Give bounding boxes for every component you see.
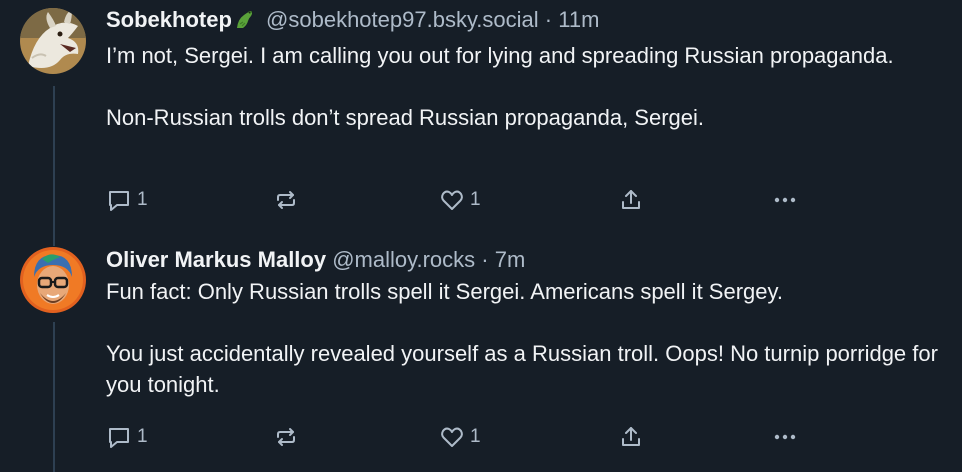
like-button[interactable]: 1 bbox=[439, 186, 481, 214]
post-header: Oliver Markus Malloy @malloy.rocks · 7m bbox=[106, 246, 942, 274]
repost-icon bbox=[273, 187, 299, 213]
more-options-button[interactable] bbox=[771, 186, 799, 214]
post-text: Fun fact: Only Russian trolls spell it S… bbox=[106, 276, 942, 400]
more-options-button[interactable] bbox=[771, 423, 799, 451]
post-text: I’m not, Sergei. I am calling you out fo… bbox=[106, 40, 942, 133]
post-timestamp[interactable]: 7m bbox=[495, 247, 526, 272]
separator-dot: · bbox=[544, 7, 553, 32]
post-paragraph: Non-Russian trolls don’t spread Russian … bbox=[106, 105, 705, 130]
author-handle[interactable]: @sobekhotep97.bsky.social bbox=[266, 7, 539, 32]
reply-bubble-icon bbox=[106, 424, 132, 450]
author-name[interactable]: Oliver Markus Malloy bbox=[106, 247, 326, 272]
avatar[interactable] bbox=[20, 247, 86, 313]
heart-icon bbox=[439, 424, 465, 450]
heart-icon bbox=[439, 187, 465, 213]
post-header: Sobekhotep @sobekhotep97.bsky.social · 1… bbox=[106, 6, 942, 38]
repost-button[interactable] bbox=[273, 186, 299, 214]
share-icon bbox=[618, 187, 644, 213]
more-options-icon bbox=[771, 187, 799, 213]
like-button[interactable]: 1 bbox=[439, 423, 481, 451]
post-paragraph: You just accidentally revealed yourself … bbox=[106, 341, 938, 397]
thread-line bbox=[53, 86, 55, 246]
dragon-avatar-image bbox=[20, 8, 86, 74]
separator-dot: · bbox=[481, 247, 489, 272]
author-handle[interactable]: @malloy.rocks bbox=[332, 247, 475, 272]
post-paragraph: I’m not, Sergei. I am calling you out fo… bbox=[106, 43, 894, 68]
reply-button[interactable]: 1 bbox=[106, 186, 148, 214]
post-paragraph: Fun fact: Only Russian trolls spell it S… bbox=[106, 279, 783, 304]
share-button[interactable] bbox=[618, 423, 644, 451]
repost-icon bbox=[273, 424, 299, 450]
crocodile-emoji-icon bbox=[234, 9, 256, 38]
thread-line bbox=[53, 322, 55, 472]
reply-bubble-icon bbox=[106, 187, 132, 213]
cartoon-man-avatar-image bbox=[20, 247, 86, 313]
post-actions: 1 1 bbox=[106, 186, 806, 214]
like-count: 1 bbox=[470, 189, 481, 210]
reply-count: 1 bbox=[137, 426, 148, 447]
share-icon bbox=[618, 424, 644, 450]
avatar[interactable] bbox=[20, 8, 86, 74]
share-button[interactable] bbox=[618, 186, 644, 214]
reply-button[interactable]: 1 bbox=[106, 423, 148, 451]
post-timestamp[interactable]: 11m bbox=[558, 7, 599, 32]
like-count: 1 bbox=[470, 426, 481, 447]
repost-button[interactable] bbox=[273, 423, 299, 451]
more-options-icon bbox=[771, 424, 799, 450]
post-actions: 1 1 bbox=[106, 423, 806, 451]
author-name[interactable]: Sobekhotep bbox=[106, 7, 232, 32]
reply-count: 1 bbox=[137, 189, 148, 210]
